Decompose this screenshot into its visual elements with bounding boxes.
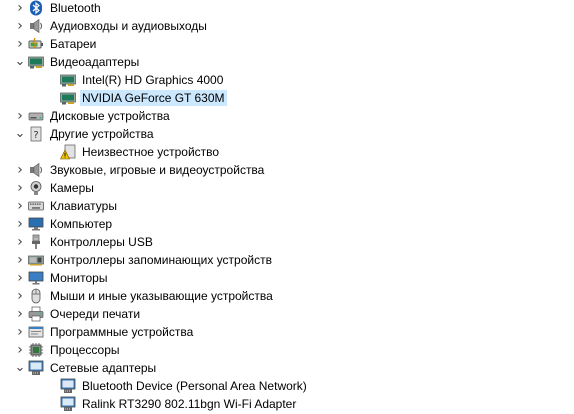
chevron-right-icon[interactable]: ›: [14, 269, 26, 287]
tree-category[interactable]: › Очереди печати: [0, 305, 142, 323]
tree-item-label: Батареи: [50, 37, 97, 51]
printer-icon: [28, 306, 44, 322]
tree-item-label: Bluetooth Device (Personal Area Network): [82, 379, 307, 393]
chevron-down-icon[interactable]: ⌄: [14, 53, 26, 71]
tree-item-label: Мониторы: [50, 271, 108, 285]
tree-item-label: Контроллеры USB: [50, 235, 153, 249]
disk-drive-icon: [28, 108, 44, 124]
display-adapter-icon: [28, 54, 44, 70]
svg-text:?: ?: [33, 130, 38, 141]
tree-category[interactable]: › Программные устройства: [0, 323, 195, 341]
tree-item-label: Мыши и иные указывающие устройства: [50, 289, 273, 303]
tree-category[interactable]: › Звуковые, игровые и видеоустройства: [0, 161, 266, 179]
tree-item-label: Intel(R) HD Graphics 4000: [82, 73, 224, 87]
chevron-right-icon[interactable]: ›: [14, 215, 26, 233]
warning-device-icon: [60, 144, 76, 160]
tree-item-label: Звуковые, игровые и видеоустройства: [50, 163, 265, 177]
tree-item-label: Неизвестное устройство: [82, 145, 220, 159]
tree-item-label: NVIDIA GeForce GT 630M: [80, 90, 227, 106]
tree-category[interactable]: › Мониторы: [0, 269, 109, 287]
monitor-icon: [28, 270, 44, 286]
chevron-down-icon[interactable]: ⌄: [14, 125, 26, 143]
camera-icon: [28, 180, 44, 196]
tree-item-label: Сетевые адаптеры: [50, 361, 157, 375]
processor-icon: [28, 342, 44, 358]
speaker-icon: [28, 18, 44, 34]
tree-item-label: Bluetooth: [50, 1, 101, 15]
tree-category[interactable]: › Камеры: [0, 179, 96, 197]
chevron-right-icon[interactable]: ›: [14, 251, 26, 269]
chevron-right-icon[interactable]: ›: [14, 197, 26, 215]
tree-item-label: Другие устройства: [50, 127, 154, 141]
storage-controller-icon: [28, 252, 44, 268]
keyboard-icon: [28, 198, 44, 214]
tree-category[interactable]: ⌄ Сетевые адаптеры: [0, 359, 158, 377]
usb-icon: [28, 234, 44, 250]
tree-item-label: Процессоры: [50, 343, 120, 357]
tree-device[interactable]: Неизвестное устройство: [0, 143, 221, 161]
network-adapter-icon: [60, 396, 76, 412]
tree-category[interactable]: › Процессоры: [0, 341, 122, 359]
tree-device[interactable]: Bluetooth Device (Personal Area Network): [0, 377, 309, 395]
chevron-right-icon[interactable]: ›: [14, 107, 26, 125]
tree-item-label: Клавиатуры: [50, 199, 117, 213]
tree-category[interactable]: › Bluetooth: [0, 0, 103, 17]
chevron-right-icon[interactable]: ›: [14, 0, 26, 17]
tree-category[interactable]: › Мыши и иные указывающие устройства: [0, 287, 275, 305]
tree-category[interactable]: › Клавиатуры: [0, 197, 119, 215]
tree-category[interactable]: › Контроллеры USB: [0, 233, 155, 251]
tree-device[interactable]: Intel(R) HD Graphics 4000: [0, 71, 225, 89]
chevron-right-icon[interactable]: ›: [14, 161, 26, 179]
tree-category[interactable]: ⌄ Видеоадаптеры: [0, 53, 141, 71]
tree-item-label: Дисковые устройства: [50, 109, 170, 123]
network-adapter-icon: [28, 360, 44, 376]
tree-category[interactable]: › Компьютер: [0, 215, 114, 233]
bluetooth-icon: [28, 0, 44, 16]
software-device-icon: [28, 324, 44, 340]
tree-category[interactable]: › Контроллеры запоминающих устройств: [0, 251, 274, 269]
tree-item-label: Контроллеры запоминающих устройств: [50, 253, 272, 267]
chevron-right-icon[interactable]: ›: [14, 233, 26, 251]
chevron-right-icon[interactable]: ›: [14, 305, 26, 323]
display-adapter-icon: [60, 72, 76, 88]
tree-category[interactable]: › Дисковые устройства: [0, 107, 172, 125]
tree-item-label: Компьютер: [50, 217, 113, 231]
mouse-icon: [28, 288, 44, 304]
tree-device[interactable]: NVIDIA GeForce GT 630M: [0, 89, 227, 107]
chevron-right-icon[interactable]: ›: [14, 287, 26, 305]
unknown-device-icon: ?: [28, 126, 44, 142]
network-adapter-icon: [60, 378, 76, 394]
tree-item-label: Ralink RT3290 802.11bgn Wi-Fi Adapter: [82, 397, 297, 411]
tree-item-label: Программные устройства: [50, 325, 194, 339]
speaker-icon: [28, 162, 44, 178]
tree-category[interactable]: › Батареи: [0, 35, 98, 53]
chevron-right-icon[interactable]: ›: [14, 179, 26, 197]
display-adapter-icon: [60, 90, 76, 106]
chevron-right-icon[interactable]: ›: [14, 341, 26, 359]
chevron-right-icon[interactable]: ›: [14, 35, 26, 53]
tree-item-label: Камеры: [50, 181, 94, 195]
computer-icon: [28, 216, 44, 232]
tree-category[interactable]: ⌄? Другие устройства: [0, 125, 156, 143]
device-tree[interactable]: › Bluetooth › Аудиовходы и аудиовыходы › Бата…: [0, 0, 574, 414]
tree-item-label: Очереди печати: [50, 307, 141, 321]
tree-item-label: Видеоадаптеры: [50, 55, 140, 69]
chevron-right-icon[interactable]: ›: [14, 323, 26, 341]
tree-category[interactable]: › Аудиовходы и аудиовыходы: [0, 17, 209, 35]
tree-device[interactable]: Ralink RT3290 802.11bgn Wi-Fi Adapter: [0, 395, 298, 413]
tree-item-label: Аудиовходы и аудиовыходы: [50, 19, 207, 33]
chevron-right-icon[interactable]: ›: [14, 17, 26, 35]
battery-icon: [28, 36, 44, 52]
chevron-down-icon[interactable]: ⌄: [14, 359, 26, 377]
